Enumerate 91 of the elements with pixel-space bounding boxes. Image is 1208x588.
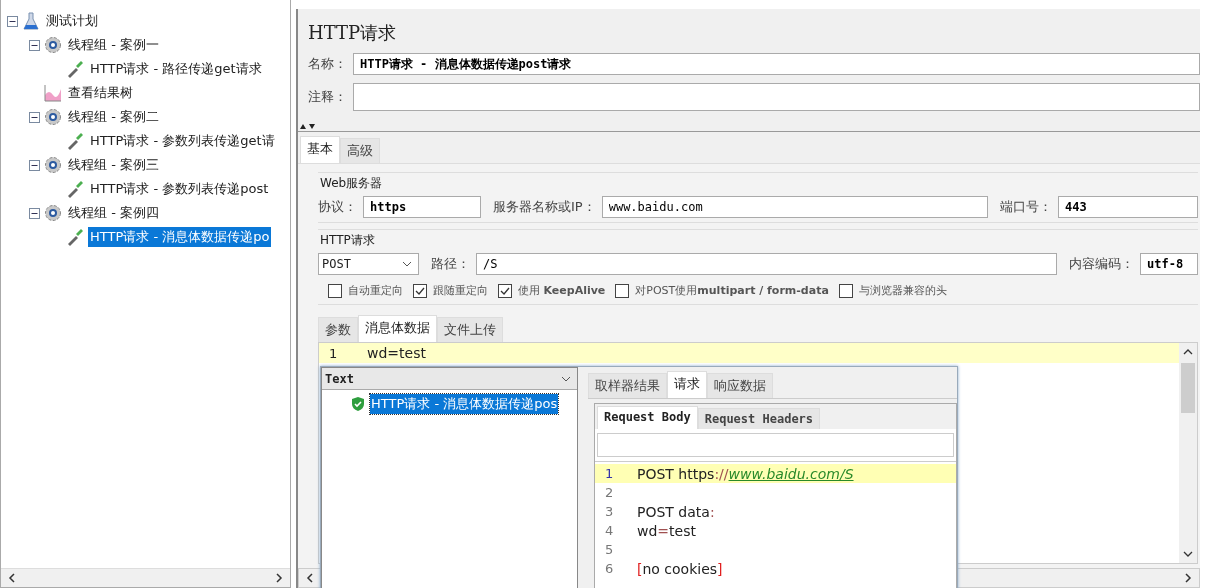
path-label: 路径： — [431, 255, 470, 273]
server-field[interactable]: www.baidu.com — [601, 196, 988, 218]
tree-item[interactable]: 线程组 - 案例四 — [66, 203, 161, 223]
scroll-right-icon[interactable] — [274, 573, 284, 583]
checkbox[interactable] — [413, 283, 427, 298]
tab[interactable]: Request Body — [597, 406, 698, 429]
tab[interactable]: 请求 — [667, 371, 707, 398]
name-label: 名称： — [308, 55, 347, 73]
checkbox-label: 自动重定向 — [348, 283, 403, 298]
checkbox[interactable] — [328, 283, 342, 298]
code-line: POST data: — [637, 503, 715, 520]
tree-item[interactable]: 线程组 - 案例二 — [66, 107, 161, 127]
checkbox[interactable] — [498, 283, 512, 298]
collapse-arrows-icon[interactable] — [300, 123, 316, 129]
collapse-toggle-icon[interactable] — [29, 111, 40, 123]
shield-check-icon — [350, 396, 366, 412]
gear-icon — [44, 36, 62, 54]
line-number: 1 — [328, 345, 339, 361]
tab[interactable]: 取样器结果 — [588, 373, 667, 398]
port-field[interactable]: 443 — [1058, 196, 1198, 218]
gear-icon — [44, 108, 62, 126]
scroll-up-icon[interactable] — [1183, 347, 1193, 357]
gear-icon — [44, 204, 62, 222]
protocol-field[interactable]: https — [363, 196, 481, 218]
checkbox[interactable] — [838, 283, 853, 298]
checkbox-label: 对POST使用multipart / form-data — [635, 283, 829, 298]
scroll-down-icon[interactable] — [1183, 549, 1193, 559]
port-label: 端口号： — [1000, 198, 1052, 216]
tree-item[interactable]: 测试计划 — [44, 11, 100, 31]
tree-item[interactable]: 线程组 - 案例三 — [66, 155, 161, 175]
line-number: 3 — [604, 504, 615, 519]
line-number: 4 — [604, 523, 615, 538]
chevron-down-icon — [402, 261, 412, 267]
pipette-icon — [66, 180, 84, 198]
collapse-toggle-icon[interactable] — [29, 207, 40, 219]
tab[interactable]: Request Headers — [697, 408, 821, 429]
collapse-toggle-icon[interactable] — [29, 159, 40, 171]
checkbox-label: 跟随重定向 — [433, 283, 488, 298]
checkbox-label: 与浏览器兼容的头 — [858, 283, 947, 298]
code-line: wd=test — [366, 345, 426, 361]
tab[interactable]: 高级 — [340, 138, 380, 163]
scroll-left-icon[interactable] — [7, 573, 17, 583]
renderer-dropdown[interactable]: Text — [322, 368, 577, 390]
code-line: wd=test — [637, 522, 696, 539]
scroll-left-icon[interactable] — [305, 573, 315, 583]
vertical-scrollbar[interactable] — [1179, 343, 1197, 563]
line-number: 5 — [604, 542, 615, 557]
chevron-down-icon — [561, 375, 571, 382]
line-number: 2 — [604, 485, 615, 500]
line-number: 1 — [604, 466, 615, 481]
name-field[interactable]: HTTP请求 - 消息体数据传递post请求 — [353, 53, 1200, 75]
tab[interactable]: 基本 — [300, 136, 340, 163]
search-field[interactable] — [597, 433, 954, 457]
flask-icon — [22, 12, 40, 30]
collapse-toggle-icon[interactable] — [29, 39, 40, 51]
line-number: 6 — [604, 561, 615, 576]
panel-title: HTTP请求 — [308, 21, 398, 45]
method-dropdown[interactable]: POST — [318, 253, 419, 275]
pipette-icon — [66, 60, 84, 78]
tree-item[interactable]: 查看结果树 — [66, 83, 135, 103]
scroll-thumb[interactable] — [1181, 363, 1195, 413]
tab[interactable]: 响应数据 — [707, 373, 773, 398]
section-legend: Web服务器 — [320, 175, 383, 192]
gear-icon — [44, 156, 62, 174]
code-line: [no cookies] — [637, 560, 723, 577]
section-legend: HTTP请求 — [320, 232, 375, 249]
result-item[interactable]: HTTP请求 - 消息体数据传递pos — [370, 394, 559, 414]
pipette-icon — [66, 132, 84, 150]
pipette-icon — [66, 228, 84, 246]
tree-item[interactable]: HTTP请求 - 参数列表传递post — [88, 179, 271, 199]
tree-item[interactable]: 线程组 - 案例一 — [66, 35, 161, 55]
comment-label: 注释： — [308, 88, 347, 106]
tab[interactable]: 消息体数据 — [358, 315, 437, 342]
collapse-toggle-icon[interactable] — [7, 15, 18, 27]
tree-item[interactable]: HTTP请求 - 路径传递get请求 — [88, 59, 264, 79]
server-label: 服务器名称或IP： — [493, 198, 596, 216]
code-line: POST https://www.baidu.com/S — [637, 465, 854, 482]
protocol-label: 协议： — [318, 198, 357, 216]
checkbox[interactable] — [615, 283, 630, 298]
tab[interactable]: 文件上传 — [437, 317, 503, 342]
encoding-label: 内容编码： — [1069, 255, 1134, 273]
encoding-field[interactable]: utf-8 — [1140, 253, 1198, 275]
scroll-right-icon[interactable] — [1183, 573, 1193, 583]
path-field[interactable]: /S — [476, 253, 1057, 275]
chart-icon — [44, 84, 62, 102]
checkbox-label: 使用 KeepAlive — [518, 283, 606, 298]
tab[interactable]: 参数 — [318, 317, 358, 342]
tree-item[interactable]: HTTP请求 - 消息体数据传递po — [88, 227, 272, 247]
tree-item[interactable]: HTTP请求 - 参数列表传递get请 — [88, 131, 277, 151]
horizontal-scrollbar[interactable] — [1, 568, 290, 587]
comment-field[interactable] — [353, 83, 1200, 111]
